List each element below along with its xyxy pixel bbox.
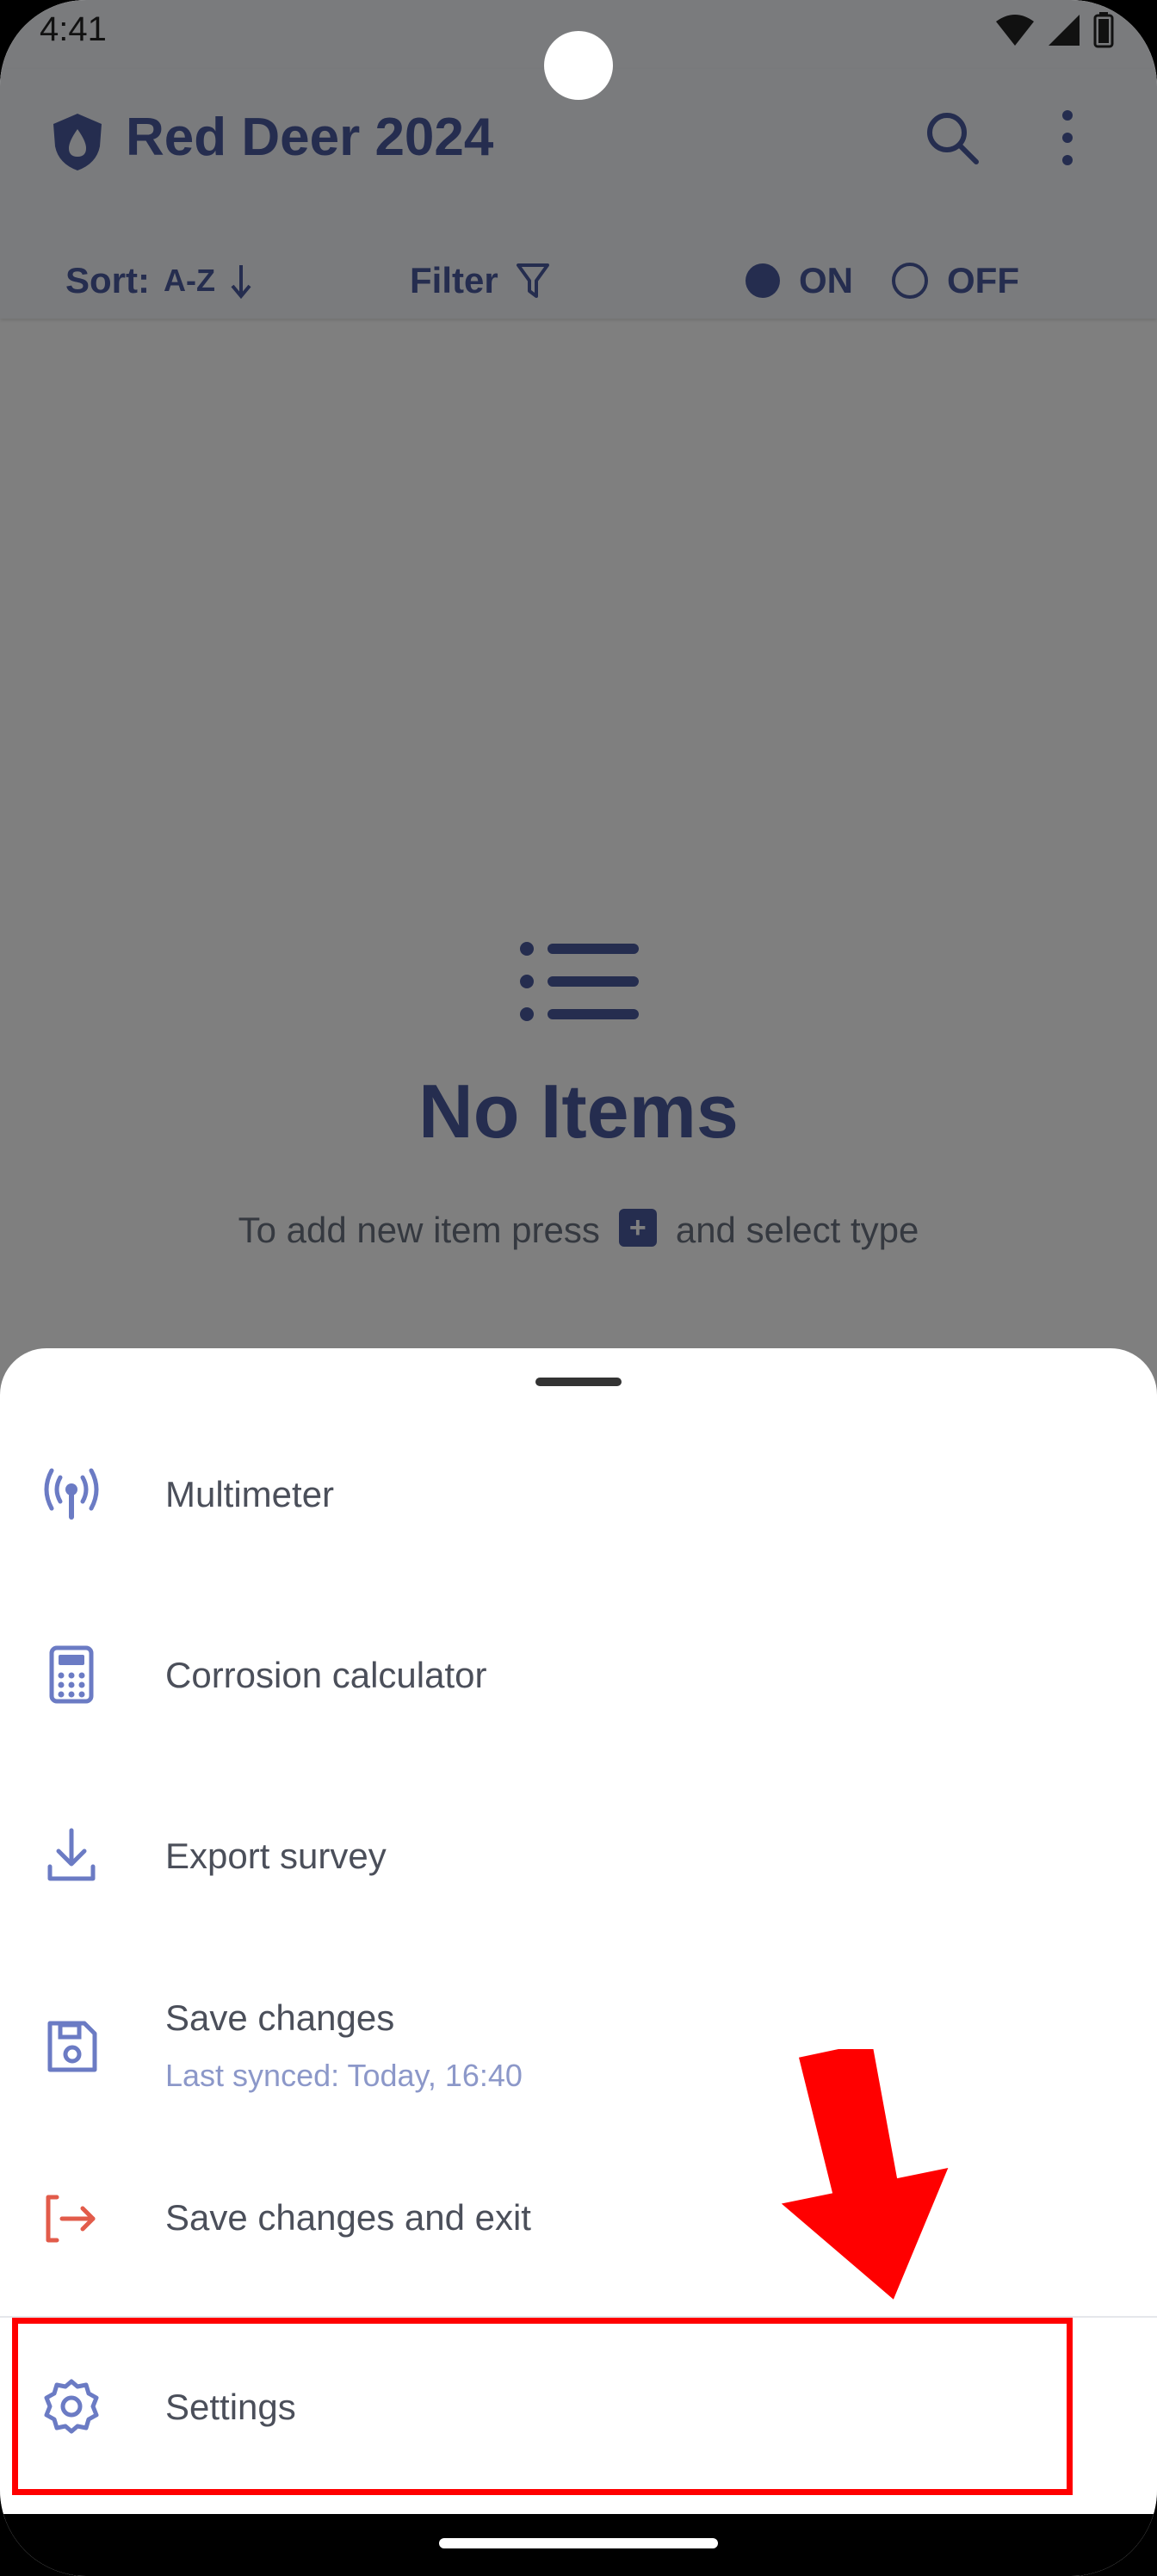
menu-item-corrosion-calculator[interactable]: Corrosion calculator xyxy=(0,1589,1157,1762)
menu-label: Corrosion calculator xyxy=(165,1655,487,1695)
menu-label: Save changes and exit xyxy=(165,2197,531,2238)
phone-screen: 4:41 Red Deer 2024 Sort: A-Z xyxy=(0,0,1157,2576)
highlight-box xyxy=(12,2318,1073,2495)
calculator-icon xyxy=(49,1645,94,1704)
menu-label: Multimeter xyxy=(165,1474,335,1514)
download-icon xyxy=(47,1828,96,1881)
bottom-sheet-menu: Multimeter Corrosion calculator Export s… xyxy=(0,1348,1157,2576)
last-synced-text: Last synced: Today, 16:40 xyxy=(165,2058,523,2093)
menu-item-save-changes[interactable]: Save changes Last synced: Today, 16:40 xyxy=(0,1951,1157,2132)
gesture-nav-bar xyxy=(0,2514,1157,2576)
menu-label: Save changes xyxy=(165,1997,395,2038)
drag-handle[interactable] xyxy=(535,1378,622,1386)
menu-label: Export survey xyxy=(165,1836,387,1876)
camera-cutout xyxy=(544,31,613,100)
exit-icon xyxy=(46,2195,96,2243)
antenna-icon xyxy=(44,1468,99,1520)
menu-item-multimeter[interactable]: Multimeter xyxy=(0,1409,1157,1581)
menu-item-save-and-exit[interactable]: Save changes and exit xyxy=(0,2140,1157,2313)
pointer-arrow-icon xyxy=(781,2049,949,2300)
home-indicator[interactable] xyxy=(439,2538,718,2548)
save-icon xyxy=(47,2021,97,2072)
menu-item-export-survey[interactable]: Export survey xyxy=(0,1770,1157,1942)
